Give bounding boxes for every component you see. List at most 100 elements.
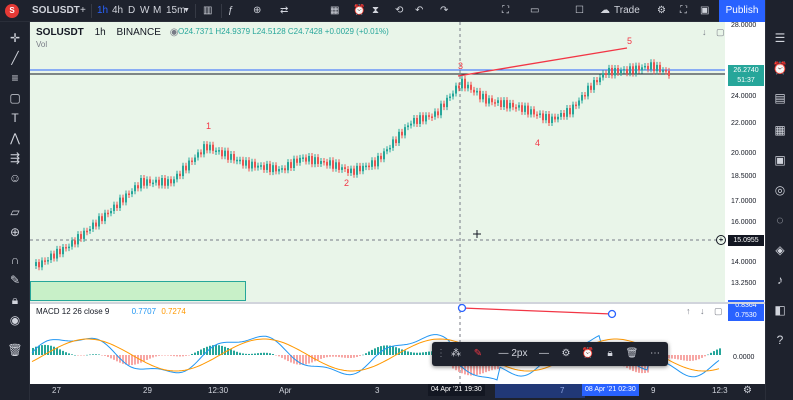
fullscreen-icon[interactable]: ⛶	[502, 0, 509, 22]
save-icon[interactable]: ☐	[575, 0, 584, 22]
layout-grid-icon[interactable]: ▭	[530, 0, 539, 22]
header-symbol[interactable]: SOLUSDT	[36, 27, 84, 38]
arrow-down-icon[interactable]: ↓	[700, 306, 705, 316]
calendar-icon[interactable]: ▣	[772, 152, 788, 168]
maximize-icon[interactable]: ▢	[716, 27, 725, 38]
macd-histogram-bar	[296, 355, 298, 365]
drag-handle-icon[interactable]: ⋮	[436, 346, 446, 362]
alerts-icon[interactable]: ⏰	[772, 60, 788, 76]
macd-histogram-bar	[113, 355, 115, 360]
candle	[614, 68, 616, 76]
undo-icon[interactable]: ↶	[415, 0, 423, 22]
replay-icon[interactable]: ⧗	[372, 0, 379, 22]
gear-icon[interactable]: ⚙	[743, 385, 752, 396]
interval-m[interactable]: M	[153, 0, 161, 22]
compare-icon[interactable]: ⇄	[280, 0, 288, 22]
macd-histogram-bar	[188, 355, 190, 356]
line-style-icon[interactable]: —	[536, 346, 552, 362]
more-icon[interactable]: ⋯	[646, 346, 664, 362]
magnet-icon[interactable]: ∩	[7, 252, 23, 268]
add-indicator-icon[interactable]: ⊕	[253, 0, 261, 22]
wave-label-2[interactable]: 2	[344, 178, 349, 188]
ruler-icon[interactable]: ▱	[7, 204, 23, 220]
trade-button[interactable]: Trade	[614, 0, 640, 22]
ideas-icon[interactable]: ◎	[772, 182, 788, 198]
alert-icon[interactable]: ⏰	[353, 0, 365, 22]
interval-1h[interactable]: 1h	[97, 0, 108, 22]
candle	[581, 94, 583, 101]
price-scale-label: 16.0000	[731, 219, 757, 226]
trash-icon[interactable]: 🗑︎	[624, 346, 640, 362]
candle	[629, 66, 631, 74]
hotlist-icon[interactable]: ▦	[772, 122, 788, 138]
notifications-icon[interactable]: ♪	[772, 272, 788, 288]
lock-drawings-icon[interactable]: ✎	[7, 272, 23, 288]
macd-histogram-bar	[218, 345, 220, 355]
watchlist-icon[interactable]: ☰	[772, 30, 788, 46]
smile-icon[interactable]: ☺	[7, 170, 23, 186]
candle	[272, 165, 274, 173]
candles-icon[interactable]: ▥	[203, 0, 212, 22]
macd-histogram-bar	[197, 351, 199, 355]
interval-d[interactable]: D	[128, 0, 135, 22]
macd-histogram-bar	[365, 353, 367, 355]
prediction-icon[interactable]: ⇶	[7, 150, 23, 166]
pane-divider[interactable]	[30, 302, 765, 304]
redo-icon[interactable]: ↷	[440, 0, 448, 22]
fullscreen-toggle-icon[interactable]: ⛶	[680, 0, 687, 22]
chevron-down-icon[interactable]: ▼	[183, 0, 190, 22]
publish-button[interactable]: Publish	[719, 0, 765, 22]
line-color-icon[interactable]: ✎	[470, 346, 486, 362]
candle	[350, 168, 352, 174]
lock-icon[interactable]: 🔒︎	[602, 346, 618, 362]
line-width-selector[interactable]: — 2px	[496, 346, 530, 362]
crosshair-icon[interactable]: ✛	[7, 30, 23, 46]
order-panel-icon[interactable]: ◧	[772, 302, 788, 318]
add-symbol-icon[interactable]: +	[80, 0, 86, 22]
layout-icon[interactable]: ▦	[330, 0, 339, 22]
highlight-box[interactable]	[30, 281, 246, 301]
symbol-search[interactable]: SOLUSDT	[32, 0, 80, 22]
chat-icon[interactable]: ◌	[772, 212, 788, 228]
wave-label-4[interactable]: 4	[535, 138, 540, 148]
alert-add-icon[interactable]: ⏰	[580, 346, 596, 362]
wave-label-3[interactable]: 3	[458, 61, 463, 71]
candle	[347, 169, 349, 174]
bar-replay-icon[interactable]: ⟲	[395, 0, 403, 22]
candle	[587, 85, 589, 97]
trash-icon[interactable]: 🗑︎	[7, 342, 23, 358]
eye-icon[interactable]: ◉	[7, 312, 23, 328]
pattern-icon[interactable]: ⋀	[7, 130, 23, 146]
user-avatar[interactable]: S	[5, 4, 19, 18]
template-icon[interactable]: ⁂	[448, 346, 464, 362]
cloud-icon[interactable]: ☁	[600, 0, 610, 22]
macd-label[interactable]: MACD 12 26 close 9	[36, 307, 109, 316]
candle	[437, 111, 439, 116]
settings-icon[interactable]: ⚙	[558, 346, 574, 362]
arrow-up-icon[interactable]: ↑	[686, 306, 691, 316]
interval-w[interactable]: W	[140, 0, 149, 22]
wave-label-1[interactable]: 1	[206, 121, 211, 131]
add-alert-icon[interactable]: +	[716, 235, 726, 245]
chart-area[interactable]	[30, 22, 765, 384]
rectangle-icon[interactable]: ▢	[7, 90, 23, 106]
data-window-icon[interactable]: ▤	[772, 90, 788, 106]
camera-icon[interactable]: ▣	[700, 0, 709, 22]
help-icon[interactable]: ?	[772, 332, 788, 348]
text-icon[interactable]: T	[7, 110, 23, 126]
zoom-in-icon[interactable]: ⊕	[7, 224, 23, 240]
gear-icon[interactable]: ⚙	[657, 0, 666, 22]
trendline-icon[interactable]: ╱	[7, 50, 23, 66]
streams-icon[interactable]: ◈	[772, 242, 788, 258]
horizontal-line-icon[interactable]: ≡	[7, 70, 23, 86]
price-chart-svg[interactable]	[30, 22, 765, 384]
candle	[578, 100, 580, 106]
candle	[440, 103, 442, 116]
indicators-icon[interactable]: ƒ	[228, 0, 234, 22]
candle	[320, 161, 322, 164]
interval-4h[interactable]: 4h	[112, 0, 123, 22]
arrow-down-icon[interactable]: ↓	[702, 27, 707, 37]
wave-label-5[interactable]: 5	[627, 36, 632, 46]
maximize-icon[interactable]: ▢	[714, 306, 723, 317]
lock-icon[interactable]: 🔒︎	[7, 292, 23, 308]
